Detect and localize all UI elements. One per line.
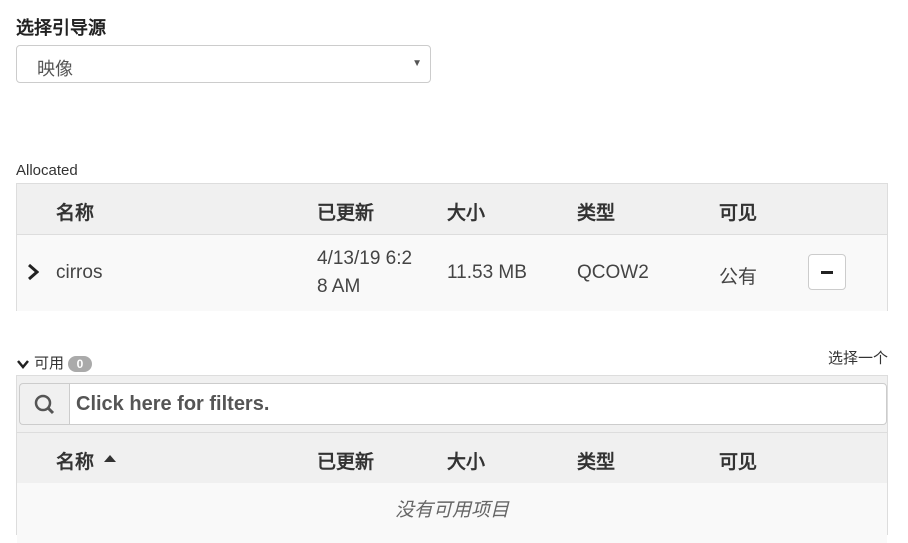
table-header: 名称 已更新 大小 类型 可见 xyxy=(17,432,887,484)
row-type: QCOW2 xyxy=(577,262,649,283)
column-header-name[interactable]: 名称 xyxy=(56,447,117,474)
allocated-table: 名称 已更新 大小 类型 可见 cirros 4/13/19 6:2 8 AM … xyxy=(16,183,888,311)
column-header-type[interactable]: 类型 xyxy=(577,447,615,474)
deallocate-button[interactable] xyxy=(808,254,846,290)
search-icon[interactable] xyxy=(19,383,69,425)
row-name: cirros xyxy=(56,262,103,283)
column-header-size: 大小 xyxy=(447,203,486,224)
select-one-hint: 选择一个 xyxy=(827,350,888,367)
empty-row: 没有可用项目 xyxy=(17,483,887,543)
boot-source-select[interactable]: 映像 ▼ xyxy=(16,45,431,83)
row-size: 11.53 MB xyxy=(447,262,527,283)
chevron-right-icon[interactable] xyxy=(27,263,39,281)
column-header-name: 名称 xyxy=(56,203,95,224)
table-row: cirros 4/13/19 6:2 8 AM 11.53 MB QCOW2 公… xyxy=(17,235,887,311)
row-updated-line1: 4/13/19 6:2 xyxy=(317,248,413,269)
filter-bar: Click here for filters. xyxy=(19,383,887,425)
chevron-down-icon xyxy=(17,360,29,369)
boot-source-selected-value: 映像 xyxy=(37,59,73,79)
available-label: 可用 xyxy=(34,355,65,372)
column-header-visibility: 可见 xyxy=(719,203,758,224)
column-header-updated: 已更新 xyxy=(317,203,375,224)
available-section-toggle[interactable]: 可用 0 xyxy=(16,352,93,373)
row-updated-line2: 8 AM xyxy=(317,276,361,297)
table-header: 名称 已更新 大小 类型 可见 xyxy=(17,184,887,235)
column-header-visibility[interactable]: 可见 xyxy=(719,447,757,474)
column-header-updated[interactable]: 已更新 xyxy=(317,447,374,474)
available-table: Click here for filters. 名称 已更新 大小 类型 可见 … xyxy=(16,375,888,543)
minus-icon xyxy=(821,271,833,274)
column-header-type: 类型 xyxy=(577,203,616,224)
sort-up-icon xyxy=(104,455,117,463)
allocated-label: Allocated xyxy=(16,162,78,179)
available-count-badge: 0 xyxy=(68,356,93,373)
row-visibility: 公有 xyxy=(719,267,758,288)
filter-input[interactable]: Click here for filters. xyxy=(69,383,887,425)
chevron-down-icon: ▼ xyxy=(412,58,422,69)
boot-source-label: 选择引导源 xyxy=(16,18,106,38)
column-header-size[interactable]: 大小 xyxy=(447,447,485,474)
